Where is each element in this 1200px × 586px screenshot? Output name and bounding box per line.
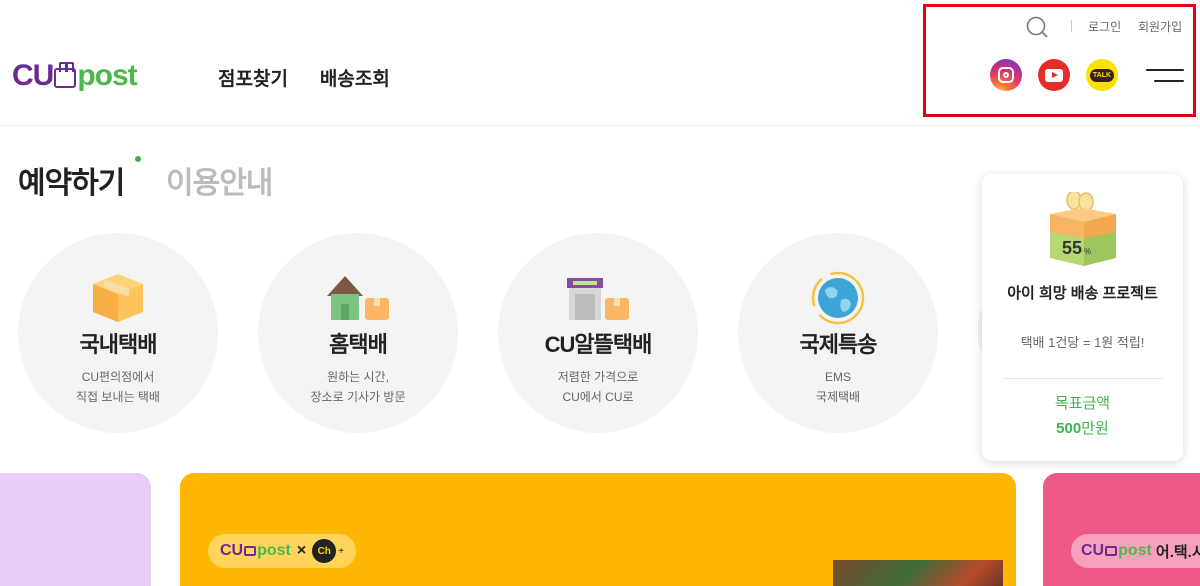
tab-usage-guide[interactable]: 이용안내 (166, 158, 273, 202)
logo-cu-text: CU (12, 59, 54, 92)
service-title: CU알뜰택배 (544, 332, 653, 357)
logo-box-icon (54, 62, 77, 88)
banner-illustration (833, 560, 1003, 586)
project-target-amount: 500만원 (1056, 420, 1109, 437)
donation-box-icon: 55 % (1050, 192, 1116, 266)
join-link[interactable]: 회원가입 (1138, 18, 1182, 35)
service-international[interactable]: 국제특송 EMS 국제택배 (738, 233, 938, 433)
project-title: 아이 희망 배송 프로젝트 (1007, 285, 1158, 302)
hope-delivery-project-card[interactable]: 55 % 아이 희망 배송 프로젝트 택배 1건당 = 1원 적립! 목표금액 … (982, 174, 1183, 461)
search-icon[interactable] (1026, 16, 1048, 38)
service-desc: CU편의점에서 직접 보내는 택배 (76, 370, 160, 404)
service-title: 국제특송 (799, 332, 878, 357)
service-domestic[interactable]: 국내택배 CU편의점에서 직접 보내는 택배 (18, 233, 218, 433)
banner-main[interactable]: CU post × Ch + (180, 473, 1016, 586)
tab-reservation[interactable]: 예약하기 (18, 158, 125, 202)
logo-post-text: post (77, 59, 137, 92)
service-home[interactable]: 홈택배 원하는 시간, 장소로 기사가 방문 (258, 233, 458, 433)
project-divider (1002, 378, 1163, 379)
kakao-channel-icon: Ch (312, 539, 337, 563)
instagram-icon[interactable] (990, 59, 1022, 91)
login-link[interactable]: 로그인 (1088, 18, 1121, 35)
service-title: 홈택배 (329, 332, 388, 357)
kakaotalk-icon[interactable]: TALK (1086, 59, 1118, 91)
util-divider (1071, 20, 1072, 32)
svg-text:55: 55 (1062, 238, 1082, 258)
banner-prev[interactable] (0, 473, 151, 586)
service-desc: EMS 국제택배 (815, 370, 861, 404)
globe-icon (811, 271, 865, 325)
project-desc: 택배 1건당 = 1원 적립! (1020, 335, 1145, 350)
service-desc: 저렴한 가격으로 CU에서 CU로 (557, 370, 639, 404)
svg-text:%: % (1084, 247, 1091, 256)
parcel-box-icon (93, 274, 143, 322)
cu-store-parcel-icon (567, 278, 629, 320)
service-title: 국내택배 (79, 332, 158, 357)
main-nav: 점포찾기 배송조회 (218, 64, 390, 91)
youtube-icon[interactable] (1038, 59, 1070, 91)
service-desc: 원하는 시간, 장소로 기사가 방문 (310, 370, 406, 404)
house-parcel-icon (327, 276, 389, 320)
cupost-logo[interactable]: CU post (12, 58, 138, 94)
service-cu-saver[interactable]: CU알뜰택배 저렴한 가격으로 CU에서 CU로 (498, 233, 698, 433)
nav-delivery-tracking[interactable]: 배송조회 (320, 64, 390, 91)
collab-badge: CU post × Ch + (208, 534, 357, 568)
project-target-label: 목표금액 (1054, 395, 1111, 412)
active-tab-dot (135, 156, 141, 162)
hamburger-menu-icon[interactable] (1146, 69, 1184, 85)
banner-next-badge: CU post 어.택.시 (1071, 534, 1200, 568)
nav-store-finder[interactable]: 점포찾기 (218, 64, 288, 91)
banner-next[interactable]: CU post 어.택.시 (1043, 473, 1200, 586)
site-header: CU post 점포찾기 배송조회 로그인 회원가입 TALK (0, 0, 1200, 126)
